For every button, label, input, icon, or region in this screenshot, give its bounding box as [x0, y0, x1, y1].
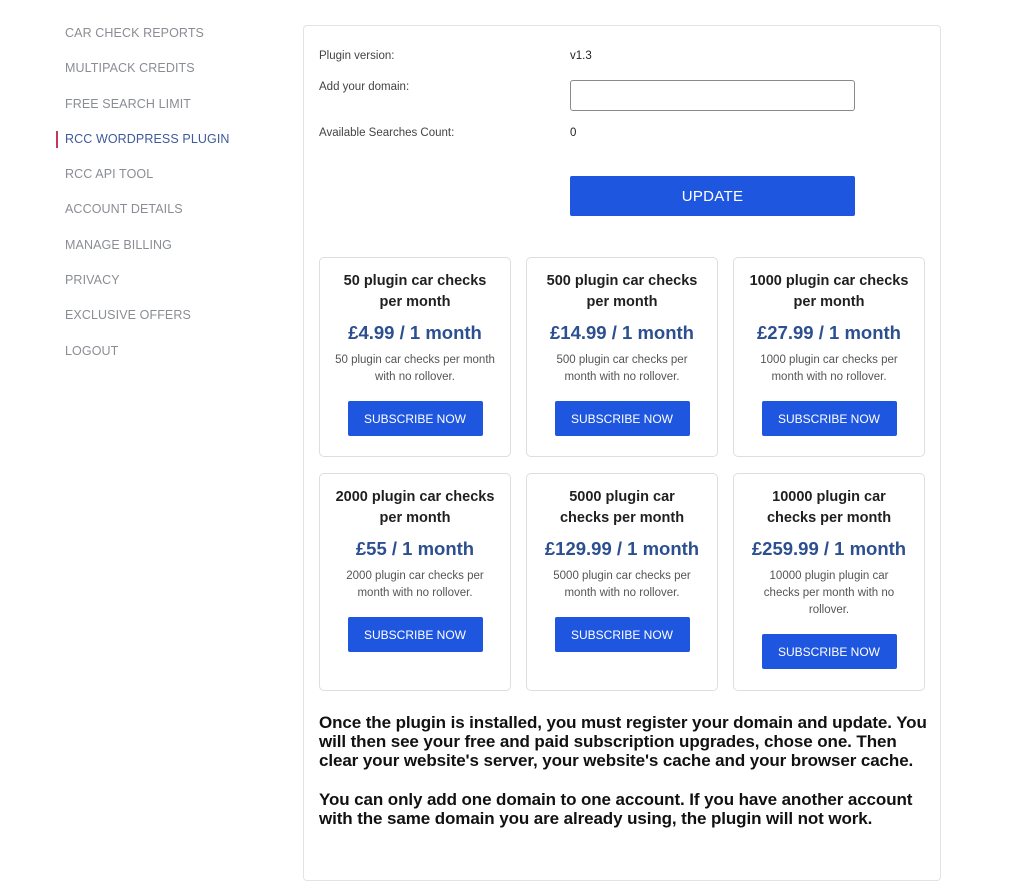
plan-title: 50 plugin car checks per month — [343, 273, 487, 310]
nav-item-privacy[interactable]: PRIVACY — [56, 269, 276, 304]
plan-card-5000: 5000 plugin car checks per month £129.99… — [526, 473, 718, 691]
plan-price: £27.99 / 1 month — [757, 322, 901, 343]
searches-count-value: 0 — [570, 127, 577, 139]
plan-title: 1000 plugin car checks per month — [749, 273, 909, 310]
account-sidebar: CAR CHECK REPORTS MULTIPACK CREDITS FREE… — [56, 22, 276, 375]
plugin-version-label: Plugin version: — [319, 50, 395, 62]
plugin-panel: Plugin version: v1.3 Add your domain: Av… — [303, 25, 941, 881]
nav-item-rcc-api-tool[interactable]: RCC API TOOL — [56, 163, 276, 198]
plan-title: 5000 plugin car checks per month — [559, 489, 685, 526]
plan-description: 50 plugin car checks per month with no r… — [335, 354, 495, 383]
domain-label: Add your domain: — [319, 81, 410, 93]
instruction-paragraph: You can only add one domain to one accou… — [319, 789, 913, 828]
plugin-version-value: v1.3 — [570, 50, 592, 62]
nav-item-logout[interactable]: LOGOUT — [56, 340, 276, 375]
subscribe-button[interactable]: SUBSCRIBE NOW — [347, 617, 483, 652]
plan-description: 2000 plugin car checks per month with no… — [346, 570, 484, 599]
plan-price: £4.99 / 1 month — [348, 322, 482, 343]
subscribe-button[interactable]: SUBSCRIBE NOW — [761, 634, 897, 669]
plan-card-2000: 2000 plugin car checks per month £55 / 1… — [319, 473, 511, 691]
plan-title: 500 plugin car checks per month — [546, 273, 698, 310]
nav-item-manage-billing[interactable]: MANAGE BILLING — [56, 234, 276, 269]
plugin-instructions: Once the plugin is installed, you must r… — [319, 713, 931, 828]
plan-description: 1000 plugin car checks per month with no… — [760, 354, 898, 383]
domain-input[interactable] — [570, 80, 855, 111]
plan-price: £259.99 / 1 month — [751, 538, 907, 559]
nav-item-free-search-limit[interactable]: FREE SEARCH LIMIT — [56, 93, 276, 128]
plan-card-10000: 10000 plugin car checks per month £259.9… — [733, 473, 925, 691]
nav-item-rcc-wordpress-plugin[interactable]: RCC WORDPRESS PLUGIN — [56, 128, 276, 163]
plan-price: £55 / 1 month — [355, 538, 475, 559]
subscribe-button[interactable]: SUBSCRIBE NOW — [554, 401, 690, 436]
plan-card-50: 50 plugin car checks per month £4.99 / 1… — [319, 257, 511, 457]
searches-count-label: Available Searches Count: — [319, 127, 455, 139]
nav-item-account-details[interactable]: ACCOUNT DETAILS — [56, 198, 276, 233]
plan-price: £14.99 / 1 month — [550, 322, 694, 343]
instruction-paragraph: Once the plugin is installed, you must r… — [319, 713, 927, 771]
nav-item-car-check-reports[interactable]: CAR CHECK REPORTS — [56, 22, 276, 57]
plan-title: 2000 plugin car checks per month — [335, 489, 495, 526]
update-button[interactable]: UPDATE — [570, 176, 855, 216]
subscribe-button[interactable]: SUBSCRIBE NOW — [761, 401, 897, 436]
subscribe-button[interactable]: SUBSCRIBE NOW — [347, 401, 483, 436]
plan-card-500: 500 plugin car checks per month £14.99 /… — [526, 257, 718, 457]
plan-title: 10000 plugin car checks per month — [766, 489, 892, 526]
nav-item-multipack-credits[interactable]: MULTIPACK CREDITS — [56, 57, 276, 92]
plan-price: £129.99 / 1 month — [544, 538, 700, 559]
plan-card-1000: 1000 plugin car checks per month £27.99 … — [733, 257, 925, 457]
plan-description: 10000 plugin plugin car checks per month… — [763, 570, 895, 616]
plan-description: 5000 plugin car checks per month with no… — [553, 570, 691, 599]
nav-item-exclusive-offers[interactable]: EXCLUSIVE OFFERS — [56, 304, 276, 339]
subscribe-button[interactable]: SUBSCRIBE NOW — [554, 617, 690, 652]
plan-description: 500 plugin car checks per month with no … — [556, 354, 688, 383]
